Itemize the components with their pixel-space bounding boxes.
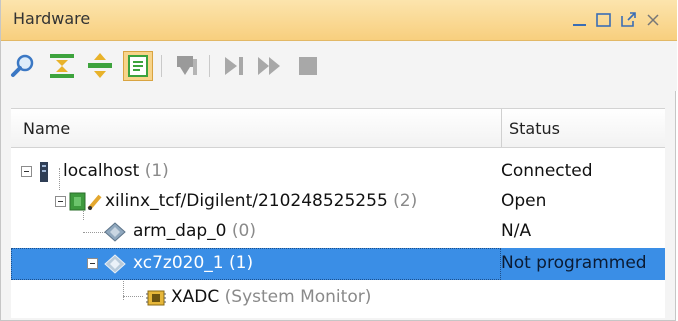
system-monitor-icon (145, 288, 167, 313)
tree-row-xc7z020[interactable]: xc7z020_1 (1) Not programmed (11, 248, 665, 280)
tree-row-label: xc7z020_1 (133, 253, 224, 273)
tree-row-status: Open (501, 191, 547, 211)
collapse-toggle[interactable] (87, 258, 98, 269)
hardware-tree: localhost (1) Connected xilinx_tcf/Digil… (11, 148, 665, 318)
tree-row-label: arm_dap_0 (133, 221, 227, 241)
tree-row-count: (2) (393, 191, 418, 211)
panel-title: Hardware (13, 9, 91, 28)
tree-row-status: Not programmed (501, 253, 647, 273)
tree-row-count: (0) (231, 221, 256, 241)
tree-row-arm-dap[interactable]: arm_dap_0 (0) N/A (11, 216, 665, 248)
focus-outline (11, 248, 501, 280)
stop-icon[interactable] (293, 51, 323, 81)
tree-row-localhost[interactable]: localhost (1) Connected (11, 156, 665, 188)
step-icon[interactable] (219, 51, 249, 81)
toolbar (1, 41, 677, 91)
toolbar-separator (161, 55, 162, 77)
column-divider[interactable] (501, 109, 502, 147)
tree-row-label: xilinx_tcf/Digilent/210248525255 (105, 191, 388, 211)
tree-row-xadc[interactable]: XADC (System Monitor) (11, 282, 665, 314)
tree-row-label: XADC (171, 287, 220, 307)
collapse-toggle[interactable] (21, 166, 32, 177)
expand-all-icon[interactable] (85, 51, 115, 81)
device-chip-icon (103, 221, 127, 248)
tree-row-status: Connected (501, 161, 593, 181)
hardware-panel: Hardware Name Status localhost (1) Conne… (0, 0, 677, 321)
run-icon[interactable] (255, 51, 285, 81)
tree-row-count: (1) (144, 161, 169, 181)
maximize-icon[interactable] (593, 7, 615, 31)
column-header: Name Status (11, 108, 665, 148)
server-icon (37, 161, 51, 188)
program-device-icon[interactable] (171, 51, 201, 81)
title-bar: Hardware (1, 0, 677, 41)
tree-row-count: (System Monitor) (224, 287, 372, 307)
device-chip-icon (103, 253, 127, 280)
auto-connect-icon[interactable] (123, 51, 153, 81)
tree-row-xilinx-tcf[interactable]: xilinx_tcf/Digilent/210248525255 (2) Ope… (11, 186, 665, 218)
close-icon[interactable] (642, 7, 664, 31)
jtag-cable-icon (69, 192, 103, 217)
collapse-all-icon[interactable] (47, 51, 77, 81)
search-icon[interactable] (9, 51, 39, 81)
float-icon[interactable] (618, 7, 640, 31)
tree-row-label: localhost (63, 161, 140, 181)
tree-row-count: (1) (229, 253, 254, 273)
tree-row-status: N/A (501, 221, 532, 241)
column-name-header[interactable]: Name (23, 119, 70, 138)
collapse-toggle[interactable] (55, 196, 66, 207)
column-status-header[interactable]: Status (509, 119, 560, 138)
toolbar-separator (209, 55, 210, 77)
minimize-icon[interactable] (569, 7, 591, 31)
